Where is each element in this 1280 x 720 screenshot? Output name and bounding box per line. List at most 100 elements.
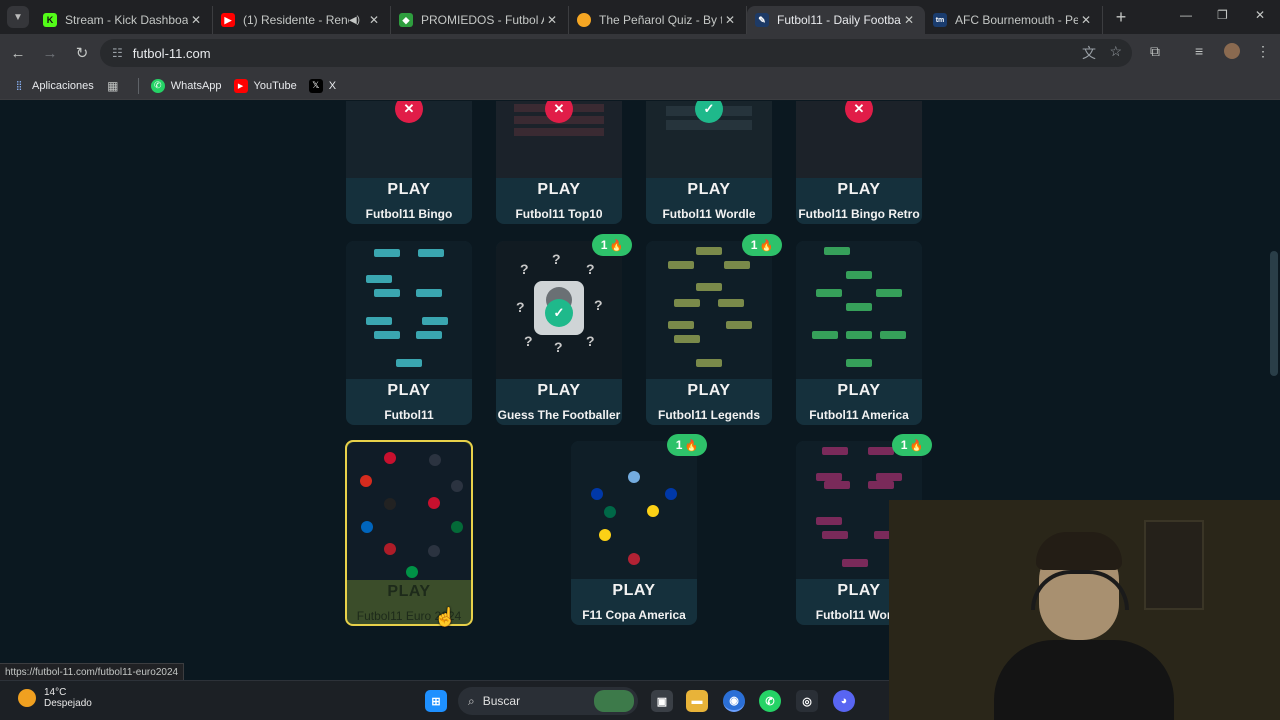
- game-name: Futbol11: [384, 408, 434, 422]
- failed-x-icon: ✕: [845, 101, 873, 123]
- game-name: Futbol11 America: [809, 408, 909, 422]
- game-name: Futbol11 Bingo: [365, 207, 453, 221]
- minimize-icon[interactable]: —: [1180, 8, 1192, 22]
- navigation-bar: ← → ↻ ☷ futbol-11.com 文 ☆ ⧉ ≡ ⋮: [0, 34, 1280, 72]
- game-card-bingo[interactable]: ✕ PLAY Futbol11 Bingo: [346, 101, 472, 224]
- grid-icon[interactable]: ▦: [106, 79, 126, 93]
- game-card-euro2024[interactable]: PLAY Futbol11 Euro 2024: [345, 440, 473, 626]
- game-name: Futbol11 Wordle: [662, 207, 756, 221]
- game-thumbnail: ✓: [646, 101, 772, 178]
- streak-badge: 1 🔥: [742, 234, 782, 256]
- play-label: PLAY: [387, 181, 431, 198]
- game-card-america[interactable]: PLAY Futbol11 America: [796, 241, 922, 425]
- close-tab-icon[interactable]: ✕: [901, 13, 917, 27]
- youtube-icon: ▶: [233, 78, 248, 93]
- close-tab-icon[interactable]: ✕: [188, 13, 204, 27]
- game-name: F11 Copa America: [582, 608, 686, 622]
- url-text: futbol-11.com: [132, 45, 211, 61]
- x-icon: 𝕏: [308, 78, 323, 93]
- bookmark-youtube[interactable]: ▶ YouTube: [233, 78, 297, 93]
- close-window-icon[interactable]: ✕: [1255, 8, 1265, 22]
- tab-title: AFC Bournemouth - Perfil: [955, 13, 1078, 27]
- tab-title: PROMIEDOS - Futbol Arge: [421, 13, 544, 27]
- address-bar[interactable]: ☷ futbol-11.com 文 ☆: [100, 39, 1132, 67]
- tab-penarol-quiz[interactable]: The Peñarol Quiz - By tree ✕: [569, 6, 747, 34]
- kick-icon: K: [43, 13, 57, 27]
- close-tab-icon[interactable]: ✕: [722, 13, 738, 27]
- temperature: 14°C: [44, 687, 67, 698]
- moon-icon: [18, 689, 36, 707]
- game-card-top10[interactable]: ✕ PLAY Futbol11 Top10: [496, 101, 622, 224]
- tab-promiedos[interactable]: ◆ PROMIEDOS - Futbol Arge ✕: [391, 6, 569, 34]
- close-tab-icon[interactable]: ✕: [1078, 13, 1094, 27]
- back-arrow-icon[interactable]: ←: [4, 45, 32, 62]
- bookmark-label: WhatsApp: [170, 79, 222, 92]
- tab-futbol11[interactable]: ✎ Futbol11 - Daily Football Q ✕: [747, 6, 925, 34]
- reload-icon[interactable]: ↻: [68, 44, 96, 62]
- file-explorer-icon[interactable]: ▬: [686, 690, 708, 712]
- game-card-legends[interactable]: 1 🔥 PLAY Futbol11 Legends: [646, 234, 782, 425]
- hand-cursor-icon: ☝: [434, 607, 457, 627]
- play-label: PLAY: [687, 382, 731, 399]
- task-view-icon[interactable]: ▣: [651, 690, 673, 712]
- site-info-icon[interactable]: ☷: [112, 46, 123, 60]
- play-label: PLAY: [837, 181, 881, 198]
- search-highlight-icon: [594, 690, 634, 712]
- link-preview-status: https://futbol-11.com/futbol11-euro2024: [0, 663, 185, 681]
- fire-icon: 🔥: [909, 439, 924, 452]
- streak-badge: 1 🔥: [592, 234, 632, 256]
- game-card-bingo-retro[interactable]: ✕ PLAY Futbol11 Bingo Retro: [796, 101, 922, 224]
- close-tab-icon[interactable]: ✕: [366, 13, 382, 27]
- play-label: PLAY: [537, 181, 581, 198]
- game-thumbnail: ? ? ? ? ? ? ? ? ✓: [496, 241, 622, 379]
- tab-search-button[interactable]: ▼: [7, 6, 29, 28]
- menu-kebab-icon[interactable]: ⋮: [1256, 43, 1270, 60]
- streak-badge: 1 🔥: [667, 434, 707, 456]
- discord-icon[interactable]: ◕: [833, 690, 855, 712]
- game-thumbnail: [646, 241, 772, 379]
- game-thumbnail: [571, 441, 697, 579]
- obs-icon[interactable]: ◎: [796, 690, 818, 712]
- scrollbar-thumb[interactable]: [1270, 251, 1278, 376]
- extensions-icon[interactable]: ⧉: [1150, 43, 1160, 60]
- bookmark-label: YouTube: [253, 79, 297, 92]
- taskbar-search[interactable]: ⌕ Buscar: [458, 687, 638, 715]
- tab-title: The Peñarol Quiz - By tree: [599, 13, 722, 27]
- tab-title: Futbol11 - Daily Football Q: [777, 13, 901, 27]
- game-card-wordle[interactable]: ✓ PLAY Futbol11 Wordle: [646, 101, 772, 224]
- bookmark-x[interactable]: 𝕏 X: [308, 78, 336, 93]
- restore-icon[interactable]: ❐: [1217, 8, 1228, 22]
- new-tab-button[interactable]: +: [1109, 7, 1133, 28]
- game-card-copa-america[interactable]: 1 🔥 PLAY F11 Copa America: [571, 434, 707, 625]
- windows-start-icon[interactable]: ⊞: [425, 690, 447, 712]
- tab-transfermarkt[interactable]: tm AFC Bournemouth - Perfil ✕: [925, 6, 1103, 34]
- speaker-icon[interactable]: ◀): [349, 15, 360, 26]
- translate-icon[interactable]: 文: [1082, 43, 1096, 63]
- game-name: Futbol11 Bingo Retro: [798, 207, 920, 221]
- play-label: PLAY: [537, 382, 581, 399]
- game-thumbnail: [796, 241, 922, 379]
- tab-youtube[interactable]: ▶ (1) Residente - René (O ◀) ✕: [213, 6, 391, 34]
- tab-kick[interactable]: K Stream - Kick Dashboard ✕: [35, 6, 213, 34]
- close-tab-icon[interactable]: ✕: [544, 13, 560, 27]
- media-control-icon[interactable]: ≡: [1195, 43, 1203, 59]
- bookmark-star-icon[interactable]: ☆: [1109, 43, 1122, 60]
- whatsapp-icon[interactable]: ✆: [759, 690, 781, 712]
- whatsapp-icon: ✆: [150, 78, 165, 93]
- wall-frame: [1144, 520, 1204, 610]
- game-card-guess-the-footballer[interactable]: ? ? ? ? ? ? ? ? ✓ 1 🔥 PLAY Guess The Foot…: [496, 234, 632, 425]
- fire-icon: 🔥: [684, 439, 699, 452]
- transfermarkt-icon: tm: [933, 13, 947, 27]
- play-label: PLAY: [387, 382, 431, 399]
- weather-widget[interactable]: 14°C Despejado: [18, 687, 92, 709]
- chrome-icon[interactable]: ◉: [723, 690, 745, 712]
- profile-avatar[interactable]: [1224, 43, 1240, 59]
- forward-arrow-icon[interactable]: →: [36, 45, 64, 62]
- game-name: Futbol11 Top10: [515, 207, 603, 221]
- game-thumbnail: [346, 241, 472, 379]
- game-card-futbol11[interactable]: PLAY Futbol11: [346, 241, 472, 425]
- streamer-shirt: [994, 640, 1174, 720]
- bookmark-whatsapp[interactable]: ✆ WhatsApp: [150, 78, 222, 93]
- success-check-icon: ✓: [545, 299, 573, 327]
- bookmark-apps[interactable]: ⣿ Aplicaciones: [12, 79, 94, 93]
